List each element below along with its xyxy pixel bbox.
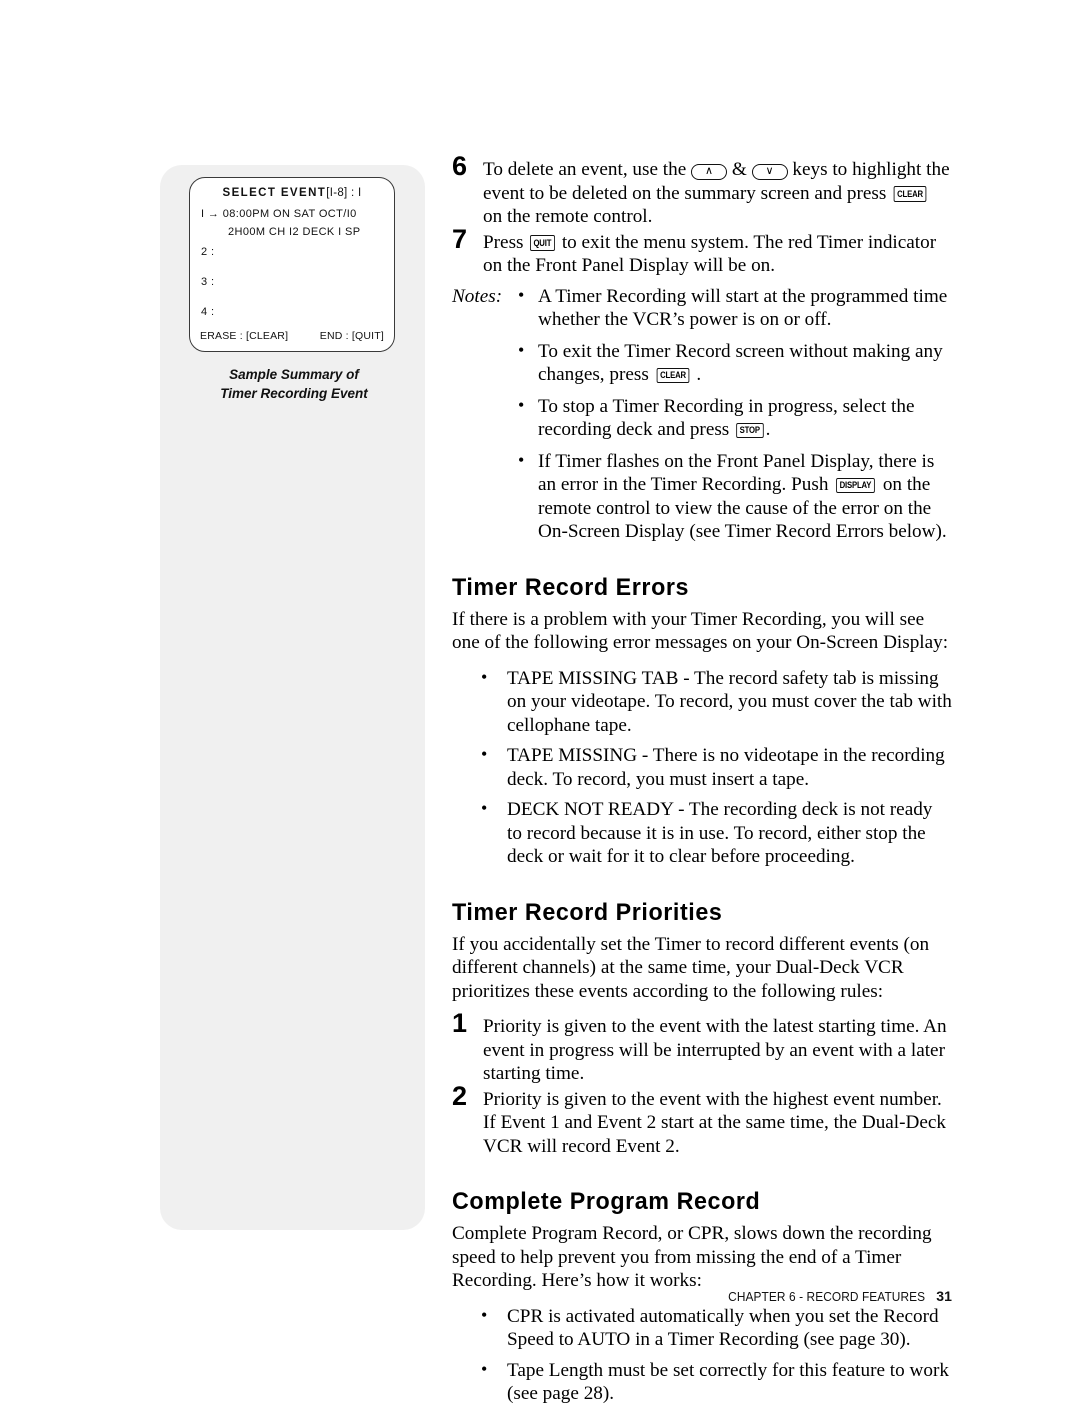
bullet-icon: • [481,1304,488,1325]
bullet-icon: • [481,744,488,764]
osd-event1-line2: 2H00M CH I2 DECK I SP [228,226,361,238]
priority-rule-2: 2 Priority is given to the event with the… [452,1082,952,1159]
stop-key-icon: STOP [736,422,764,438]
priority-rule-1-number: 1 [452,1008,467,1038]
step-6-number: 6 [452,151,467,181]
bullet-icon: • [481,798,488,818]
osd-title-range: [I-8] : I [326,187,362,199]
heading-timer-record-errors: Timer Record Errors [452,573,690,601]
timer-record-errors-list: • TAPE MISSING TAB - The record safety ta… [452,667,952,869]
step-6: 6 To delete an event, use the ∧ & ∨ keys … [452,153,952,229]
notes-label: Notes: [452,285,503,307]
step-7-text-a: Press [483,231,529,253]
step-7-number: 7 [452,223,467,254]
clear-key-icon: CLEAR [656,367,689,383]
bullet-icon: • [518,449,525,470]
timer-record-priorities-intro: If you accidentally set the Timer to rec… [452,933,930,1002]
osd-event4-row: 4 : [201,306,215,318]
step-6-text-a: To delete an event, use the [483,159,692,180]
priority-rule-1: 1 Priority is given to the event with the… [452,1010,952,1086]
bullet-icon: • [481,1358,488,1379]
osd-caption-line-2: Timer Recording Event [220,386,368,401]
page-footer: CHAPTER 6 - RECORD FEATURES 31 [0,1288,1080,1304]
note-3-text-a: To stop a Timer Recording in progress, s… [538,395,915,441]
note-2-text-a: To exit the Timer Record screen without … [538,340,943,386]
main-content-column: 6 To delete an event, use the ∧ & ∨ keys … [452,153,952,1413]
complete-program-record-intro: Complete Program Record, or CPR, slows d… [452,1223,932,1291]
osd-event1-line1: I → 08:00PM ON SAT OCT/I0 [201,208,357,220]
note-4-text-a: If Timer flashes on the Front Panel Disp… [538,450,935,496]
bullet-icon: • [481,666,488,687]
bullet-icon: • [518,339,525,360]
priority-rule-2-text: Priority is given to the event with the … [483,1088,947,1157]
cpr-item-1: CPR is activated automatically when you … [507,1305,939,1351]
step-7: 7 Press QUIT to exit the menu system. The… [452,225,952,278]
error-item-1: TAPE MISSING TAB - The record safety tab… [507,667,952,736]
list-item: • DECK NOT READY - The recording deck is … [481,798,952,869]
priority-rule-1-text: Priority is given to the event with the … [483,1016,947,1084]
error-item-3: DECK NOT READY - The recording deck is n… [507,799,933,867]
note-item: • A Timer Recording will start at the pro… [518,285,952,332]
osd-title-row: SELECT EVENT[I-8] : I [190,187,394,199]
note-2-text-b: . [691,364,702,385]
notes-block: Notes: • A Timer Recording will start at … [452,285,952,544]
channel-down-key-icon: ∨ [751,164,788,180]
complete-program-record-list: • CPR is activated automatically when you… [452,1305,952,1406]
osd-erase-hint: ERASE : [CLEAR] [200,330,289,342]
osd-screen-box: SELECT EVENT[I-8] : I I → 08:00PM ON SAT… [189,177,395,352]
osd-caption: Sample Summary of Timer Recording Event [189,365,399,403]
note-3-text-b: . [765,419,771,440]
bullet-icon: • [518,284,525,305]
footer-chapter-label: CHAPTER 6 - RECORD FEATURES [728,1290,926,1304]
list-item: • Tape Length must be set correctly for t… [481,1359,952,1406]
quit-key-icon: QUIT [530,235,556,251]
heading-timer-record-priorities: Timer Record Priorities [452,898,723,926]
osd-event3-row: 3 : [201,276,215,288]
note-item: • To stop a Timer Recording in progress, … [518,395,952,442]
display-key-icon: DISPLAY [836,477,875,493]
priority-rule-2-number: 2 [452,1080,467,1111]
osd-end-hint: END : [QUIT] [319,330,384,342]
list-item: • TAPE MISSING TAB - The record safety ta… [481,667,952,738]
list-item: • CPR is activated automatically when you… [481,1305,952,1352]
notes-list: • A Timer Recording will start at the pro… [452,285,952,544]
list-item: • TAPE MISSING - There is no videotape in… [481,744,952,791]
note-item: • If Timer flashes on the Front Panel Dis… [518,450,952,544]
error-item-2: TAPE MISSING - There is no videotape in … [507,745,945,790]
note-1-text: A Timer Recording will start at the prog… [538,285,948,331]
clear-key-icon: CLEAR [893,186,927,202]
osd-event2-row: 2 : [201,246,215,258]
footer-page-number: 31 [936,1288,952,1304]
cpr-item-2: Tape Length must be set correctly for th… [507,1359,949,1405]
timer-record-errors-intro: If there is a problem with your Timer Re… [452,608,949,654]
bullet-icon: • [518,394,525,415]
step-6-text-b: & [727,159,752,180]
osd-caption-line-1: Sample Summary of [229,367,359,382]
channel-up-key-icon: ∧ [691,164,728,180]
step-6-text-d: on the remote control. [483,206,653,227]
heading-complete-program-record: Complete Program Record [452,1188,761,1215]
note-item: • To exit the Timer Record screen without… [518,340,952,387]
osd-title-text: SELECT EVENT [222,187,327,199]
